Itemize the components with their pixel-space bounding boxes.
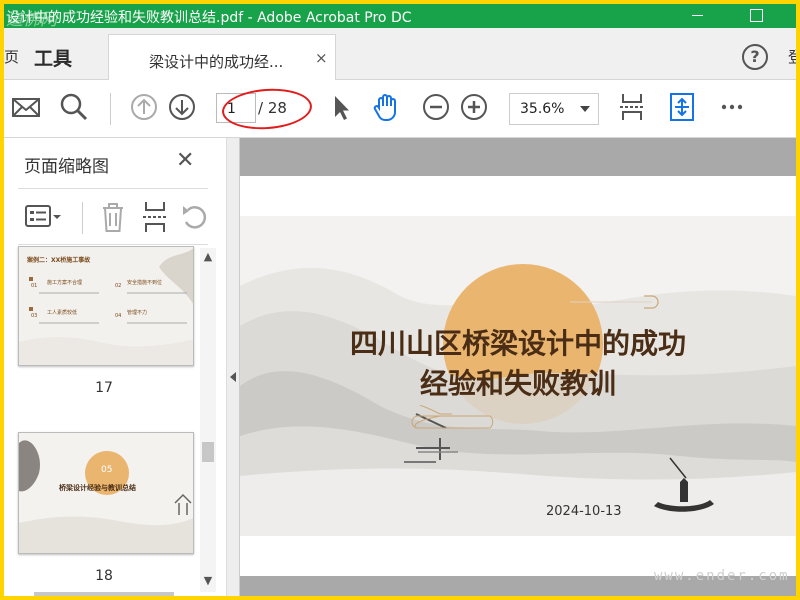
toolbar: 1 / 28 35.6% (4, 81, 796, 138)
document-title-line1: 四川山区桥梁设计中的成功 (349, 327, 686, 360)
minimize-button[interactable] (680, 4, 716, 28)
hand-icon[interactable] (370, 91, 402, 123)
footer-watermark: www.ender.com (654, 568, 790, 584)
app-window: 设计中的成功经验和失败教训总结.pdf - Adobe Acrobat Pro … (4, 4, 796, 596)
mail-icon[interactable] (10, 91, 42, 123)
thumbnail-item-number: 01 (31, 283, 38, 289)
zoom-out-icon[interactable] (420, 91, 452, 123)
pane-splitter[interactable] (226, 138, 240, 596)
document-title: 四川山区桥梁设计中的成功 经验和失败教训 (240, 324, 796, 404)
toolbar-separator (82, 202, 83, 234)
thumbnail-page-18[interactable]: 05 桥梁设计经验与教训总结 (18, 432, 194, 554)
scroll-thumb[interactable] (202, 442, 214, 462)
thumbnail-page-number: 17 (95, 380, 113, 396)
close-pane-icon[interactable]: ✕ (176, 148, 194, 173)
divider (18, 188, 208, 189)
help-icon[interactable]: ? (742, 44, 768, 70)
options-menu-icon[interactable] (24, 202, 62, 232)
scroll-mode-icon[interactable] (666, 91, 698, 123)
search-icon[interactable] (58, 91, 90, 123)
home-tab-fragment[interactable]: 页 (4, 46, 19, 67)
watermark-logo: 道佛网 (6, 10, 57, 30)
window-title: 设计中的成功经验和失败教训总结.pdf - Adobe Acrobat Pro … (6, 10, 412, 26)
thumbnail-17-image (19, 247, 193, 365)
toolbar-separator (110, 93, 111, 125)
next-page-icon[interactable] (166, 91, 198, 123)
zoom-value: 35.6% (520, 101, 565, 117)
document-view[interactable]: 四川山区桥梁设计中的成功 经验和失败教训 2024-10-13 (240, 138, 796, 596)
thumbnail-18-image (19, 433, 193, 553)
pane-toolbar (4, 194, 226, 240)
thumbnail-badge: 05 (101, 465, 113, 475)
collapse-pane-icon[interactable] (230, 372, 236, 382)
thumbnail-item-number: 03 (31, 313, 38, 319)
more-icon[interactable] (716, 91, 748, 123)
thumbnail-item-number: 02 (115, 283, 122, 289)
divider (18, 244, 208, 245)
tab-document-label: 梁设计中的成功经... (149, 53, 284, 71)
document-date: 2024-10-13 (546, 504, 622, 519)
scroll-up-icon[interactable]: ▲ (200, 250, 216, 263)
thumbnail-page-number: 18 (95, 568, 113, 584)
thumbnail-item: 工人素质较低 (47, 310, 78, 316)
chevron-down-icon (580, 106, 590, 112)
thumbnail-list: 案例二：XX桥施工事故 01 施工方案不合理 02 安全措施不到位 03 工人素… (4, 246, 214, 596)
fit-page-icon[interactable] (616, 91, 648, 123)
zoom-in-icon[interactable] (458, 91, 490, 123)
tab-tools[interactable]: 工具 (34, 44, 72, 71)
thumbnail-item-number: 04 (115, 313, 122, 319)
thumbnail-scrollbar[interactable]: ▲ ▼ (200, 248, 216, 592)
thumbnail-item: 管理不力 (127, 310, 148, 316)
prev-page-icon[interactable] (128, 91, 160, 123)
select-arrow-icon[interactable] (324, 91, 356, 123)
zoom-select[interactable]: 35.6% (509, 93, 599, 125)
thumbnail-item: 安全措施不到位 (127, 280, 163, 286)
sign-in-fragment[interactable]: 登 (788, 46, 796, 67)
tab-bar: 页 工具 梁设计中的成功经... × ? 登 (4, 28, 796, 80)
pdf-page: 四川山区桥梁设计中的成功 经验和失败教训 2024-10-13 (240, 176, 796, 576)
maximize-button[interactable] (738, 4, 774, 28)
tab-document[interactable]: 梁设计中的成功经... × (108, 34, 336, 80)
thumbnail-heading: 桥梁设计经验与教训总结 (59, 484, 136, 492)
thumbnail-heading: 案例二：XX桥施工事故 (27, 257, 91, 264)
close-tab-icon[interactable]: × (315, 49, 328, 67)
rotate-icon[interactable] (180, 202, 210, 232)
pane-title: 页面缩略图 (24, 157, 109, 177)
thumbnail-pane: 页面缩略图 ✕ 案例二：XX桥施工事故 01 施工方案不合理 02 安全措施不到… (4, 138, 226, 596)
thumbnail-item: 施工方案不合理 (47, 280, 83, 286)
document-title-line2: 经验和失败教训 (419, 367, 616, 400)
scroll-down-icon[interactable]: ▼ (200, 574, 216, 587)
title-bar: 设计中的成功经验和失败教训总结.pdf - Adobe Acrobat Pro … (4, 4, 796, 30)
thumbnail-page-17[interactable]: 案例二：XX桥施工事故 01 施工方案不合理 02 安全措施不到位 03 工人素… (18, 246, 194, 366)
trash-icon[interactable] (98, 200, 128, 234)
extract-pages-icon[interactable] (140, 200, 170, 234)
horizontal-scroll-thumb[interactable] (34, 592, 174, 596)
